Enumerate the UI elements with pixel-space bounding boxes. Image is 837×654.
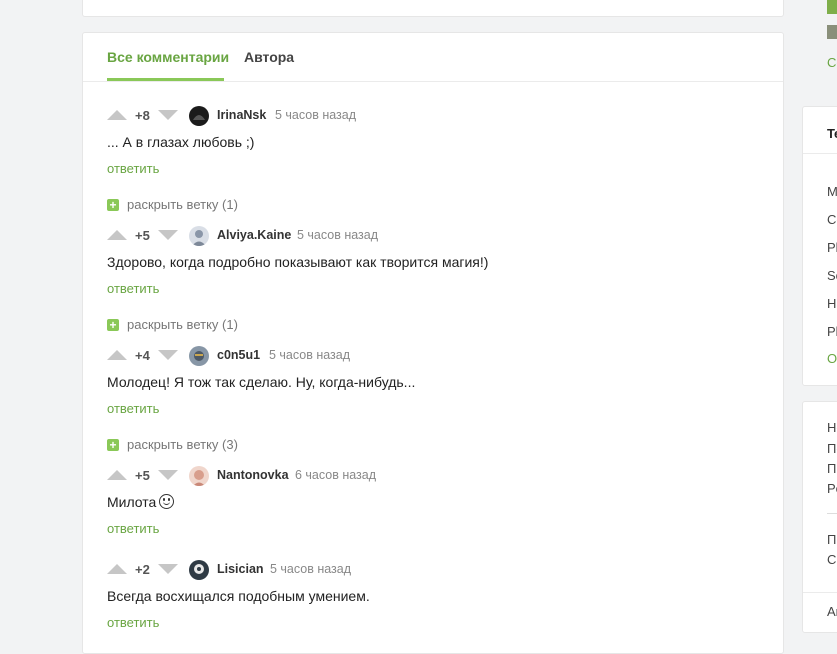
- comment: +5 Alviya.Kaine 5 часов назад Здорово, к…: [107, 225, 767, 296]
- sidebar-item[interactable]: Ha: [827, 296, 837, 311]
- comments-tabs: Все комментарии Автора: [83, 33, 783, 82]
- comment-time[interactable]: 5 часов назад: [270, 562, 351, 576]
- comment-meta: +4 c0n5u1 5 часов назад: [107, 345, 767, 367]
- sidebar-item[interactable]: Пс: [827, 441, 837, 456]
- reply-link[interactable]: ответить: [107, 401, 159, 416]
- comment-rating: +4: [135, 348, 150, 363]
- downvote-icon[interactable]: [158, 350, 178, 360]
- expand-thread-label: раскрыть ветку (3): [127, 437, 238, 452]
- comment-rating: +5: [135, 468, 150, 483]
- comment-text: Всегда восхищался подобным умением.: [107, 588, 370, 604]
- comment-author[interactable]: Lisician: [217, 562, 264, 576]
- sidebar-card: [802, 401, 837, 633]
- expand-thread-label: раскрыть ветку (1): [127, 197, 238, 212]
- divider: [803, 592, 837, 593]
- comment-rating: +2: [135, 562, 150, 577]
- tab-author[interactable]: Автора: [244, 49, 294, 65]
- sidebar-link[interactable]: Co: [827, 55, 837, 70]
- comment-author[interactable]: Alviya.Kaine: [217, 228, 291, 242]
- comment: +4 c0n5u1 5 часов назад Молодец! Я тож т…: [107, 345, 767, 416]
- sidebar-item[interactable]: Sc: [827, 268, 837, 283]
- divider: [803, 153, 837, 154]
- plus-icon: +: [107, 199, 119, 211]
- upvote-icon[interactable]: [107, 110, 127, 120]
- upvote-icon[interactable]: [107, 564, 127, 574]
- sidebar-item[interactable]: Ci: [827, 552, 837, 567]
- reply-link[interactable]: ответить: [107, 161, 159, 176]
- avatar[interactable]: [189, 466, 209, 486]
- sidebar-item[interactable]: Ot: [827, 351, 837, 366]
- comments-card: Все комментарии Автора +8 IrinaNsk 5 час…: [82, 32, 784, 654]
- previous-post-card: [82, 0, 784, 17]
- downvote-icon[interactable]: [158, 110, 178, 120]
- comment: +8 IrinaNsk 5 часов назад ... А в глазах…: [107, 105, 767, 176]
- smile-emoji-icon: [159, 494, 175, 509]
- sidebar-item[interactable]: Ar: [827, 604, 837, 619]
- comment-text: Милота: [107, 494, 175, 510]
- sidebar-item[interactable]: Пр: [827, 532, 837, 547]
- reply-link[interactable]: ответить: [107, 281, 159, 296]
- comment-rating: +5: [135, 228, 150, 243]
- plus-icon: +: [107, 439, 119, 451]
- reply-link[interactable]: ответить: [107, 615, 159, 630]
- upvote-icon[interactable]: [107, 350, 127, 360]
- sidebar-item[interactable]: Pl: [827, 324, 837, 339]
- sidebar-item[interactable]: Pl: [827, 240, 837, 255]
- comment-text: Здорово, когда подробно показывают как т…: [107, 254, 489, 270]
- downvote-icon[interactable]: [158, 230, 178, 240]
- comment-text: Молодец! Я тож так сделаю. Ну, когда-ниб…: [107, 374, 416, 390]
- comment-rating: +8: [135, 108, 150, 123]
- upvote-icon[interactable]: [107, 470, 127, 480]
- avatar[interactable]: [189, 106, 209, 126]
- expand-thread-label: раскрыть ветку (1): [127, 317, 238, 332]
- comment-time[interactable]: 5 часов назад: [269, 348, 350, 362]
- comment-author[interactable]: IrinaNsk: [217, 108, 266, 122]
- sidebar-thumbnail[interactable]: [827, 25, 837, 39]
- comment-text: ... А в глазах любовь ;): [107, 134, 255, 150]
- downvote-icon[interactable]: [158, 564, 178, 574]
- comment-text-value: Милота: [107, 494, 157, 510]
- comment-meta: +2 Lisician 5 часов назад: [107, 559, 767, 581]
- upvote-icon[interactable]: [107, 230, 127, 240]
- avatar[interactable]: [189, 346, 209, 366]
- comment-meta: +5 Alviya.Kaine 5 часов назад: [107, 225, 767, 247]
- active-tab-indicator: [107, 78, 224, 81]
- tab-all-comments[interactable]: Все комментарии: [107, 49, 229, 65]
- avatar[interactable]: [189, 226, 209, 246]
- comment-time[interactable]: 6 часов назад: [295, 468, 376, 482]
- reply-link[interactable]: ответить: [107, 521, 159, 536]
- sidebar-card-title: Te: [827, 126, 837, 141]
- sidebar-item[interactable]: M: [827, 184, 837, 199]
- comment-author[interactable]: Nantonovka: [217, 468, 289, 482]
- downvote-icon[interactable]: [158, 470, 178, 480]
- comment-meta: +5 Nantonovka 6 часов назад: [107, 465, 767, 487]
- plus-icon: +: [107, 319, 119, 331]
- comment: +2 Lisician 5 часов назад Всегда восхища…: [107, 559, 767, 630]
- comment-meta: +8 IrinaNsk 5 часов назад: [107, 105, 767, 127]
- divider: [827, 513, 837, 514]
- sidebar-item[interactable]: Пр: [827, 461, 837, 476]
- avatar[interactable]: [189, 560, 209, 580]
- comment: +5 Nantonovka 6 часов назад Милота ответ…: [107, 465, 767, 536]
- sidebar-thumbnail[interactable]: [827, 0, 837, 14]
- sidebar-item[interactable]: Co: [827, 212, 837, 227]
- comment-time[interactable]: 5 часов назад: [275, 108, 356, 122]
- sidebar-item[interactable]: He: [827, 420, 837, 435]
- comment-author[interactable]: c0n5u1: [217, 348, 260, 362]
- sidebar-item[interactable]: Pe: [827, 481, 837, 496]
- comment-time[interactable]: 5 часов назад: [297, 228, 378, 242]
